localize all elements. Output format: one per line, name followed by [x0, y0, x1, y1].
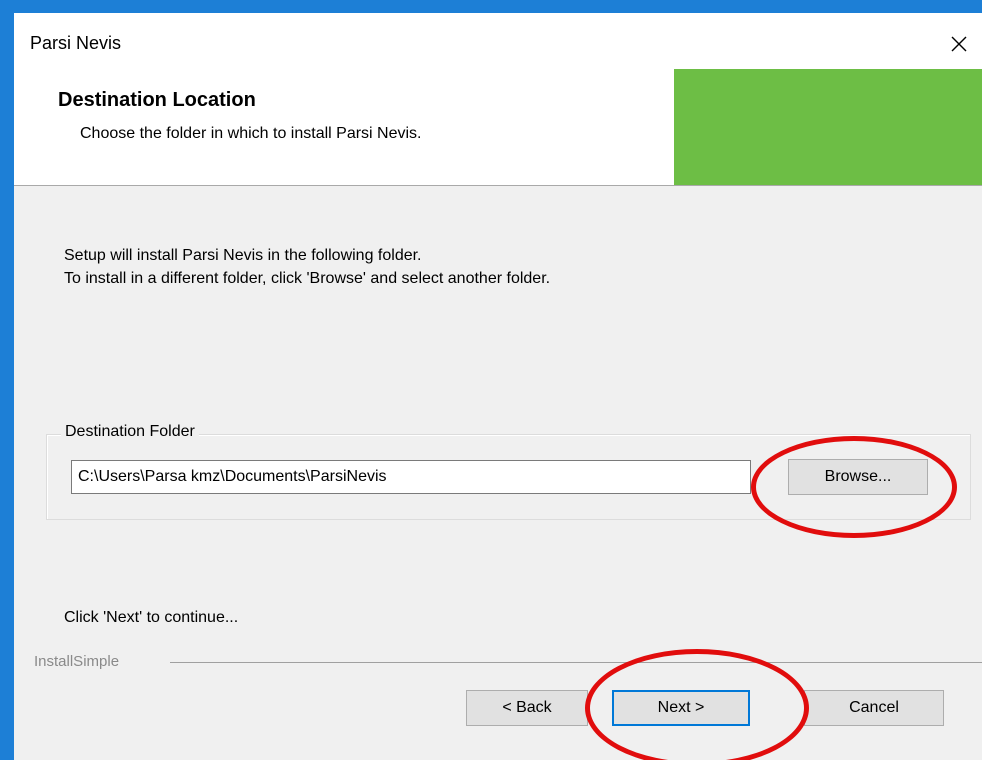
- cancel-button[interactable]: Cancel: [804, 690, 944, 726]
- back-button[interactable]: < Back: [466, 690, 588, 726]
- instruction-line-2: To install in a different folder, click …: [64, 270, 551, 287]
- browse-button[interactable]: Browse...: [788, 459, 928, 495]
- page-subtitle: Choose the folder in which to install Pa…: [80, 125, 422, 142]
- window-title: Parsi Nevis: [30, 33, 122, 53]
- title-bar[interactable]: Parsi Nevis: [14, 13, 982, 63]
- instructions: Setup will install Parsi Nevis in the fo…: [64, 244, 550, 290]
- destination-folder-group: Destination Folder Browse...: [46, 423, 971, 520]
- separator-line: [170, 662, 982, 663]
- header-logo: [674, 69, 982, 185]
- brand-label: InstallSimple: [34, 653, 126, 670]
- continue-hint: Click 'Next' to continue...: [64, 609, 239, 626]
- page-title: Destination Location: [58, 89, 256, 111]
- destination-path-input[interactable]: [71, 460, 751, 494]
- installer-window: Parsi Nevis Destination Location Choose …: [14, 13, 982, 760]
- destination-folder-label: Destination Folder: [61, 423, 199, 441]
- window-border-left: [0, 0, 14, 760]
- close-icon: [951, 36, 967, 52]
- wizard-header: Destination Location Choose the folder i…: [14, 63, 982, 186]
- window-border-top: [0, 0, 982, 13]
- next-button[interactable]: Next >: [612, 690, 750, 726]
- close-button[interactable]: [936, 27, 982, 61]
- brand-separator: InstallSimple: [34, 653, 982, 673]
- instruction-line-1: Setup will install Parsi Nevis in the fo…: [64, 247, 422, 264]
